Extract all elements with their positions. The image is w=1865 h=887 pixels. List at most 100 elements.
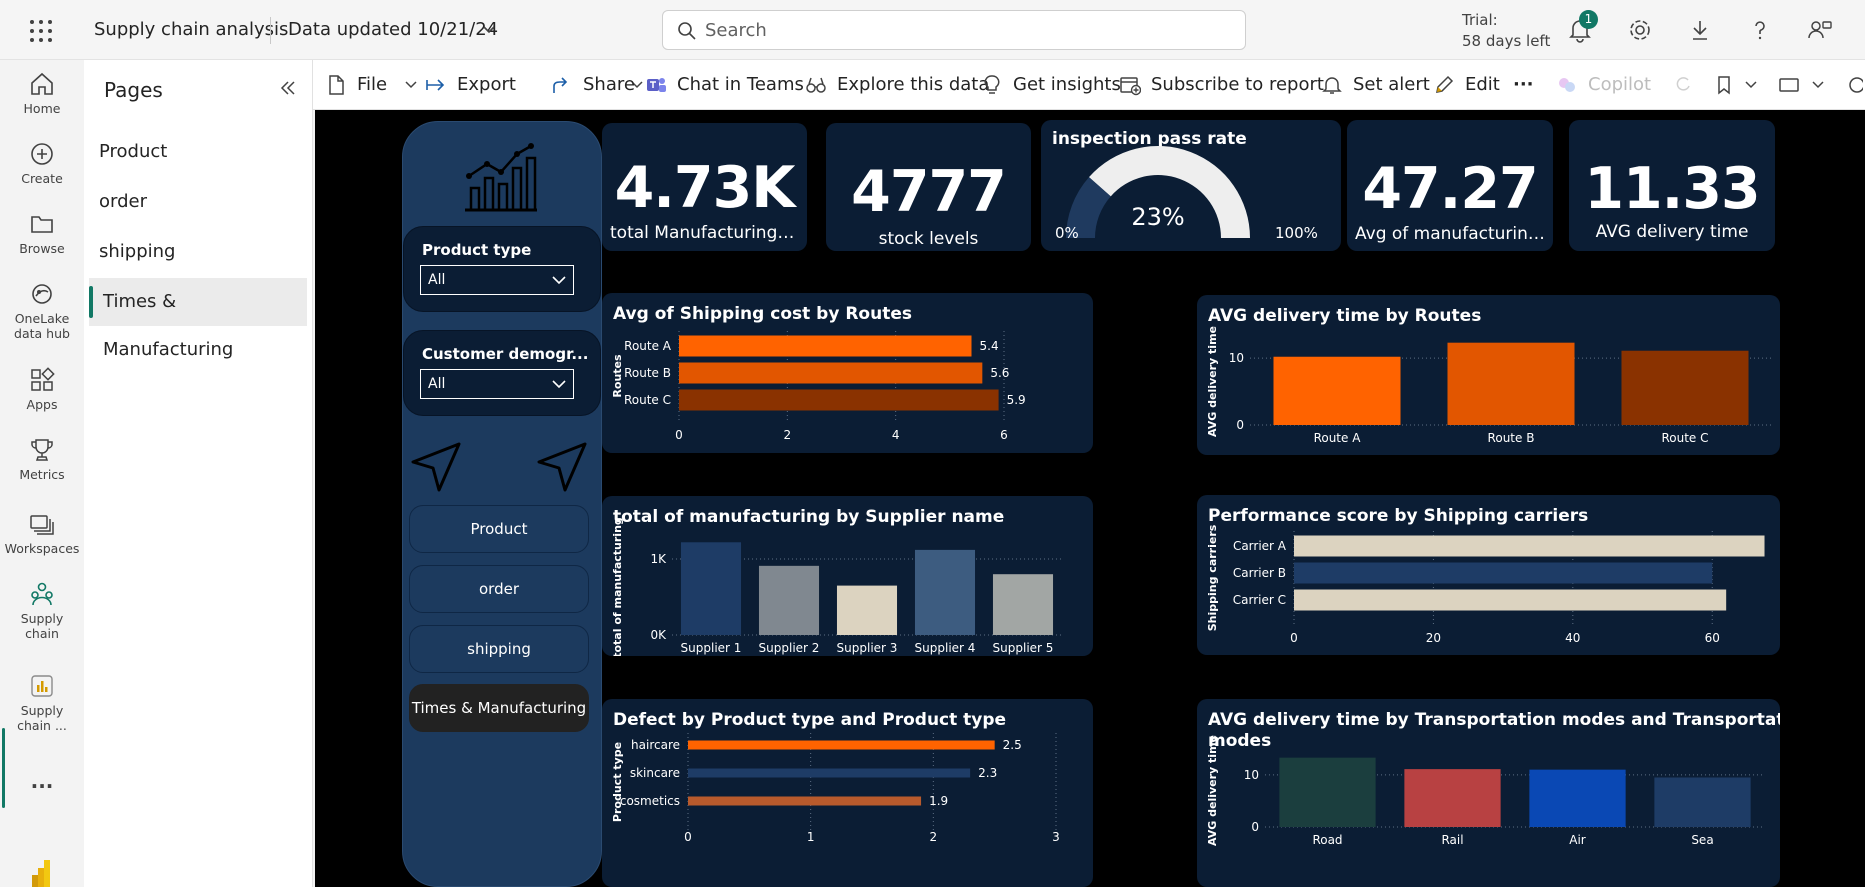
- export-arrow-icon: [426, 79, 445, 91]
- subscribe-button[interactable]: Subscribe to report: [1119, 60, 1324, 110]
- nav-supply-chain-label: Supply: [20, 611, 64, 626]
- trial-label: Trial:: [1462, 11, 1498, 29]
- chat-in-teams-button[interactable]: Chat in Teams: [645, 60, 804, 110]
- delivery-time-routes-column-chart: 0 10 AVG delivery time Route A Route B Route …: [1206, 326, 1772, 445]
- product-type-slicer: Product type All: [403, 226, 601, 312]
- back-arrow-icon[interactable]: [409, 440, 463, 494]
- chart-card-manufacturing-supplier[interactable]: total of manufacturing by Supplier name …: [602, 496, 1093, 656]
- kpi-card-stock-levels[interactable]: 4777 stock levels: [826, 123, 1031, 251]
- kpi-card-avg-manufacturing[interactable]: 47.27 Avg of manufacturing ...: [1347, 120, 1553, 251]
- kpi-value: 4777: [851, 159, 1007, 225]
- settings-gear-icon[interactable]: [1626, 16, 1654, 44]
- pencil-icon: [1436, 75, 1454, 93]
- category-label: Route A: [1314, 431, 1362, 445]
- nav-browse[interactable]: Browse: [0, 210, 84, 256]
- kpi-card-avg-delivery-time[interactable]: 11.33 AVG delivery time: [1569, 120, 1775, 251]
- nav-supply-chain-workspace[interactable]: Supply chain: [0, 580, 84, 641]
- kpi-card-manufacturing-cost[interactable]: 4.73K total Manufacturing cost: [602, 123, 807, 251]
- file-menu-button[interactable]: File: [325, 60, 417, 110]
- view-menu-button[interactable]: [1778, 60, 1830, 110]
- search-box[interactable]: [662, 10, 1246, 50]
- nav-button-order[interactable]: order: [409, 565, 589, 613]
- bar: [688, 768, 971, 778]
- edit-button[interactable]: Edit: [1433, 60, 1503, 110]
- kpi-value: 4.73K: [614, 155, 796, 221]
- app-launcher-icon[interactable]: [28, 18, 54, 44]
- y-axis-title: AVG delivery time: [1206, 735, 1219, 846]
- bar: [1621, 350, 1749, 425]
- chart-card-shipping-cost-routes[interactable]: Avg of Shipping cost by Routes 0 2 4 6 Route…: [602, 293, 1093, 453]
- view-layout-icon: [1779, 78, 1799, 92]
- page-item-order[interactable]: order: [84, 178, 312, 226]
- x-tick-label: 3: [1052, 830, 1060, 844]
- kpi-value: 11.33: [1584, 156, 1760, 222]
- nav-more-button[interactable]: ...: [0, 771, 84, 791]
- apps-icon: [31, 367, 55, 391]
- page-item-product[interactable]: Product: [84, 128, 312, 176]
- category-label: Supplier 5: [993, 641, 1054, 655]
- gauge-card-inspection-pass-rate[interactable]: inspection pass rate 23% 0% 100%: [1041, 120, 1341, 251]
- nav-button-times-manufacturing[interactable]: Times & Manufacturing: [409, 684, 589, 732]
- report-side-panel: Product type All Customer demogr... All …: [402, 121, 602, 887]
- chat-label: Chat in Teams: [677, 74, 804, 95]
- nav-button-product[interactable]: Product: [409, 505, 589, 553]
- chart-card-delivery-time-routes[interactable]: AVG delivery time by Routes 0 10 AVG deliv…: [1197, 295, 1780, 455]
- refresh-icon[interactable]: [1673, 60, 1697, 110]
- gauge-min-label: 0%: [1055, 224, 1079, 242]
- nav-apps[interactable]: Apps: [0, 366, 84, 412]
- nav-home[interactable]: Home: [0, 70, 84, 116]
- nav-workspaces[interactable]: Workspaces: [0, 510, 84, 556]
- kpi-label: Avg of manufacturing ...: [1355, 224, 1553, 244]
- nav-supply-chain-report[interactable]: Supply chain ...: [0, 672, 84, 733]
- nav-onelake-label: OneLake: [14, 311, 70, 326]
- explore-label: Explore this data: [837, 74, 990, 95]
- share-feedback-icon[interactable]: [1806, 16, 1834, 44]
- category-label: Road: [1312, 833, 1342, 847]
- data-updated-dropdown[interactable]: Data updated 10/21/24: [288, 19, 498, 40]
- more-options-button[interactable]: ···: [1513, 60, 1543, 110]
- trial-status: Trial: 58 days left: [1462, 10, 1550, 52]
- copilot-button[interactable]: Copilot: [1556, 60, 1656, 110]
- forward-arrow-icon[interactable]: [535, 440, 589, 494]
- y-tick-label: 10: [1229, 351, 1244, 365]
- comment-icon[interactable]: [1845, 60, 1863, 110]
- bar: [1279, 757, 1376, 827]
- bar: [1404, 769, 1501, 827]
- data-label: 5.4: [980, 339, 999, 353]
- alert-label: Set alert: [1353, 74, 1430, 95]
- chart-card-carrier-performance[interactable]: Performance score by Shipping carriers 0…: [1197, 495, 1780, 655]
- customer-demographics-dropdown[interactable]: All: [420, 369, 574, 399]
- nav-metrics[interactable]: Metrics: [0, 436, 84, 482]
- category-label: Route B: [624, 366, 671, 380]
- nav-onelake[interactable]: OneLake data hub: [0, 280, 84, 341]
- data-label: 5.6: [990, 366, 1009, 380]
- y-axis-title: AVG delivery time: [1206, 326, 1219, 437]
- get-insights-button[interactable]: Get insights: [981, 60, 1121, 110]
- bar: [914, 549, 976, 635]
- page-item-shipping[interactable]: shipping: [84, 228, 312, 276]
- category-label: Air: [1569, 833, 1586, 847]
- page-item-times-manufacturing[interactable]: Times & Manufacturing: [89, 278, 307, 360]
- category-label: haircare: [631, 738, 680, 752]
- export-menu-button[interactable]: Export: [425, 60, 643, 110]
- help-icon[interactable]: [1746, 16, 1774, 44]
- customer-demographics-slicer-title: Customer demogr...: [422, 345, 589, 363]
- gauge-max-label: 100%: [1275, 224, 1318, 242]
- collapse-pane-icon[interactable]: [276, 76, 300, 100]
- chart-card-delivery-time-transport[interactable]: AVG delivery time by Transportation mode…: [1197, 699, 1780, 887]
- bar: [836, 585, 898, 635]
- bookmark-menu-button[interactable]: [1713, 60, 1759, 110]
- set-alert-button[interactable]: Set alert: [1321, 60, 1430, 110]
- x-tick-label: 40: [1565, 631, 1580, 645]
- explore-data-button[interactable]: Explore this data: [805, 60, 989, 110]
- data-label: 2.3: [978, 766, 997, 780]
- download-icon[interactable]: [1686, 16, 1714, 44]
- bar: [1529, 769, 1626, 827]
- report-title[interactable]: Supply chain analysis: [94, 19, 288, 40]
- search-input[interactable]: [705, 16, 1225, 44]
- chart-card-defect-product-type[interactable]: Defect by Product type and Product type …: [602, 699, 1093, 887]
- share-button[interactable]: Share: [551, 60, 635, 110]
- nav-create[interactable]: Create: [0, 140, 84, 186]
- nav-button-shipping[interactable]: shipping: [409, 625, 589, 673]
- product-type-dropdown[interactable]: All: [420, 265, 574, 295]
